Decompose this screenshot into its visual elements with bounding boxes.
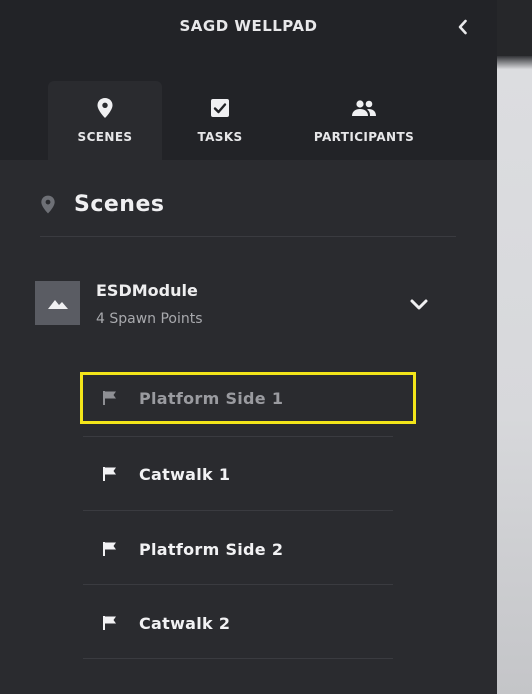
tab-tasks[interactable]: TASKS [172, 81, 268, 160]
spawn-point-item[interactable]: Platform Side 1 [80, 372, 416, 424]
flag-icon [103, 542, 116, 556]
chevron-left-icon [458, 19, 467, 35]
map-pin-icon [41, 195, 55, 213]
section-divider [40, 236, 456, 237]
tab-bar: SCENES TASKS PARTICIPANTS [0, 56, 497, 160]
map-pin-icon [97, 98, 113, 118]
tab-participants[interactable]: PARTICIPANTS [298, 81, 430, 160]
tab-tasks-label: TASKS [197, 130, 243, 144]
checkbox-icon [211, 99, 229, 117]
spawn-point-item[interactable]: Platform Side 2 [83, 526, 413, 572]
item-divider [83, 510, 393, 511]
landscape-image-icon [47, 300, 68, 309]
item-divider [83, 658, 393, 659]
panel-header: SAGD WELLPAD [0, 0, 497, 56]
viewport-top-bar [497, 0, 532, 56]
item-divider [83, 584, 393, 585]
tab-scenes-label: SCENES [77, 130, 133, 144]
spawn-point-label: Catwalk 2 [139, 613, 231, 633]
module-name: ESDModule [96, 281, 198, 300]
item-divider [83, 436, 393, 437]
flag-icon [103, 616, 116, 630]
people-icon [352, 100, 376, 116]
module-subtitle: 4 Spawn Points [96, 311, 203, 327]
spawn-point-label: Platform Side 2 [139, 539, 284, 559]
flag-icon [103, 467, 116, 481]
scene-module[interactable]: ESDModule 4 Spawn Points [35, 275, 455, 335]
tab-participants-label: PARTICIPANTS [313, 130, 415, 144]
collapse-button[interactable] [451, 14, 475, 40]
spawn-point-label: Platform Side 1 [139, 388, 284, 408]
expand-button[interactable] [408, 293, 430, 315]
section-header: Scenes [40, 184, 164, 224]
spawn-point-item[interactable]: Catwalk 1 [83, 451, 413, 497]
3d-viewport[interactable] [497, 0, 532, 694]
spawn-point-label: Catwalk 1 [139, 464, 231, 484]
tab-scenes[interactable]: SCENES [48, 81, 162, 160]
flag-icon [103, 391, 116, 405]
section-title: Scenes [74, 191, 165, 217]
chevron-down-icon [410, 299, 428, 310]
scenes-panel: SAGD WELLPAD SCENES TASKS PARTICIPANTS S… [0, 0, 497, 694]
panel-title: SAGD WELLPAD [179, 17, 318, 35]
module-thumbnail [35, 281, 80, 325]
spawn-point-item[interactable]: Catwalk 2 [83, 600, 413, 646]
